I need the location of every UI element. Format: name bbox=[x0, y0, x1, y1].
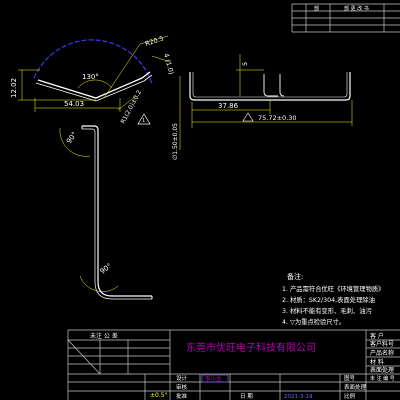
dim-side-5: 5 bbox=[241, 62, 249, 66]
right-label-product-name: 产品名称 bbox=[370, 349, 394, 357]
dim-width-3786: 37.86 bbox=[218, 102, 239, 110]
label-scale: 比例 bbox=[344, 392, 356, 400]
dim-width-5403: 54.03 bbox=[64, 100, 84, 108]
right-label-customer: 客 户 bbox=[370, 332, 384, 340]
label-design: 设计 bbox=[176, 374, 188, 382]
company-name: 东莞市优旺电子科技有限公司 bbox=[186, 341, 316, 354]
right-label-surface: 表面处理 bbox=[370, 366, 394, 374]
note-line-2: 2. 材质：SK2/304,表面处理除油 bbox=[282, 295, 375, 304]
revision-col-a: 部 bbox=[314, 5, 319, 12]
label-surface: 表面处理 bbox=[344, 383, 367, 391]
note-line-3: 3. 材料不能有变形、毛刺、油污 bbox=[282, 306, 373, 315]
tolerance-header: 未注 公 差 bbox=[90, 332, 118, 340]
date-value: 2021-3-19 bbox=[284, 394, 313, 400]
right-label-unmarked: 未 注 编 号 bbox=[370, 375, 395, 382]
note-line-4: 4. ▽为重点检验尺寸。 bbox=[282, 317, 345, 326]
right-label-part-no: 客户料号 bbox=[370, 340, 394, 348]
dim-height-1202: 12.02 bbox=[10, 78, 18, 98]
flatness-mark: 1 bbox=[142, 118, 145, 124]
note-line-1: 1. 产品需符合优旺《环境管理物质》 bbox=[282, 284, 384, 293]
notes-title: 备注: bbox=[287, 272, 303, 281]
tolerance-angle: ±0.5° bbox=[150, 392, 168, 399]
revision-col-b: 部 更 改 书 bbox=[344, 5, 369, 12]
designer-name: 李小龙 bbox=[205, 375, 222, 383]
cad-drawing-canvas[interactable]: 部 部 更 改 书 130° R20.5 4 (1.0) 12.02 54.03 bbox=[0, 0, 400, 400]
dim-wire-diameter: ∅1.50±0.05 bbox=[172, 123, 179, 160]
label-check: 审核 bbox=[176, 383, 188, 391]
dim-angle-130: 130° bbox=[82, 73, 99, 81]
label-date: 日 期 bbox=[240, 393, 253, 400]
label-approve: 批准 bbox=[176, 392, 188, 400]
right-label-material: 材 料 bbox=[370, 358, 384, 366]
dim-total-length: 75.72±0.30 bbox=[258, 114, 297, 122]
label-drawing-no: 图号 bbox=[344, 374, 356, 382]
drawing-background bbox=[0, 0, 400, 400]
